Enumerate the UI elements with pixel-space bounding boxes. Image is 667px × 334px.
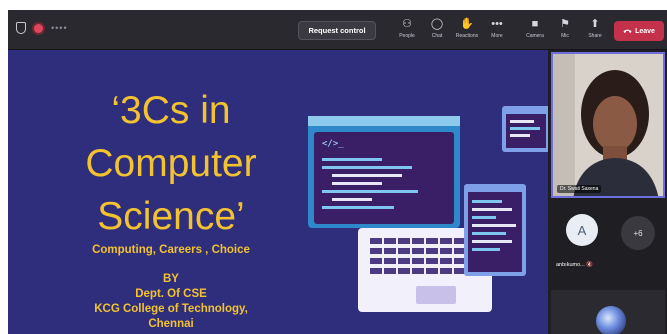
screenshot-frame: •••• Request control ⚇ People ◯ Chat ✋ R… (0, 0, 667, 334)
attendee-name-text: anbıkumo... (556, 262, 585, 268)
mic-label: Mic (561, 33, 569, 39)
people-label: People (399, 33, 415, 39)
share-label: Share (588, 33, 602, 39)
presenter-video-feed (553, 54, 663, 196)
camera-label: Camera (526, 33, 544, 39)
meeting-window: •••• Request control ⚇ People ◯ Chat ✋ R… (8, 10, 667, 334)
presenter-name: Dr. Swati Saxena (557, 185, 602, 193)
more-label: More (491, 33, 503, 39)
mic-button[interactable]: ⚑ Mic (550, 15, 580, 39)
slide-by: BY (163, 273, 179, 285)
leave-label: Leave (635, 27, 655, 35)
participants-panel: Dr. Swati Saxena A anbıkumo... 🔇 +6 (548, 50, 667, 334)
camera-icon: ■ (531, 18, 539, 30)
shared-slide: ‘3Cs in Computer Science’ Computing, Car… (8, 50, 548, 334)
people-icon: ⚇ (402, 18, 412, 30)
share-button[interactable]: ⬆ Share (580, 15, 610, 39)
participant-tile-bottom[interactable] (551, 290, 665, 334)
slide-title: ‘3Cs in Computer Science’ (85, 89, 257, 238)
recording-icon (34, 23, 43, 33)
toolbar-actions: ⚇ People ◯ Chat ✋ Reactions ••• More (392, 15, 512, 39)
meeting-toolbar: •••• Request control ⚇ People ◯ Chat ✋ R… (8, 10, 667, 50)
camera-button[interactable]: ■ Camera (520, 15, 550, 39)
request-control-button[interactable]: Request control (298, 21, 376, 40)
svg-text:</>_: </>_ (322, 139, 344, 149)
slide-subtitle: Computing, Careers , Choice (92, 244, 250, 256)
people-button[interactable]: ⚇ People (392, 15, 422, 39)
mic-icon: ⚑ (560, 18, 570, 30)
toolbar-media: ■ Camera ⚑ Mic ⬆ Share (520, 15, 610, 39)
attendee-tile[interactable]: A anbıkumo... 🔇 (556, 210, 606, 280)
toolbar-left: •••• (16, 22, 68, 34)
reactions-label: Reactions (455, 33, 479, 39)
chat-icon: ◯ (430, 18, 444, 30)
meeting-timer: •••• (51, 23, 68, 33)
avatar: A (566, 214, 598, 246)
shield-icon[interactable] (16, 22, 26, 34)
more-participants-button[interactable]: +6 (621, 216, 655, 250)
mic-muted-icon: 🔇 (586, 262, 594, 268)
laptop-code-illustration: </>_ (308, 106, 548, 312)
slide-dept: Dept. Of CSE (135, 288, 207, 300)
chat-button[interactable]: ◯ Chat (422, 15, 452, 39)
more-button[interactable]: ••• More (482, 15, 512, 39)
presenter-video[interactable]: Dr. Swati Saxena (551, 52, 665, 198)
leave-button[interactable]: Leave (614, 21, 664, 41)
reactions-icon: ✋ (460, 18, 474, 30)
attendee-name: anbıkumo... 🔇 (556, 262, 593, 268)
slide-college: KCG College of Technology, (94, 303, 248, 315)
slide-city: Chennai (148, 318, 194, 330)
phone-hangup-icon (623, 29, 632, 33)
chat-label: Chat (431, 33, 443, 39)
slide-author-block: BY Dept. Of CSE KCG College of Technolog… (56, 272, 286, 332)
reactions-button[interactable]: ✋ Reactions (452, 15, 482, 39)
share-icon: ⬆ (590, 18, 600, 30)
globe-avatar-icon (596, 306, 626, 334)
more-icon: ••• (491, 18, 503, 30)
